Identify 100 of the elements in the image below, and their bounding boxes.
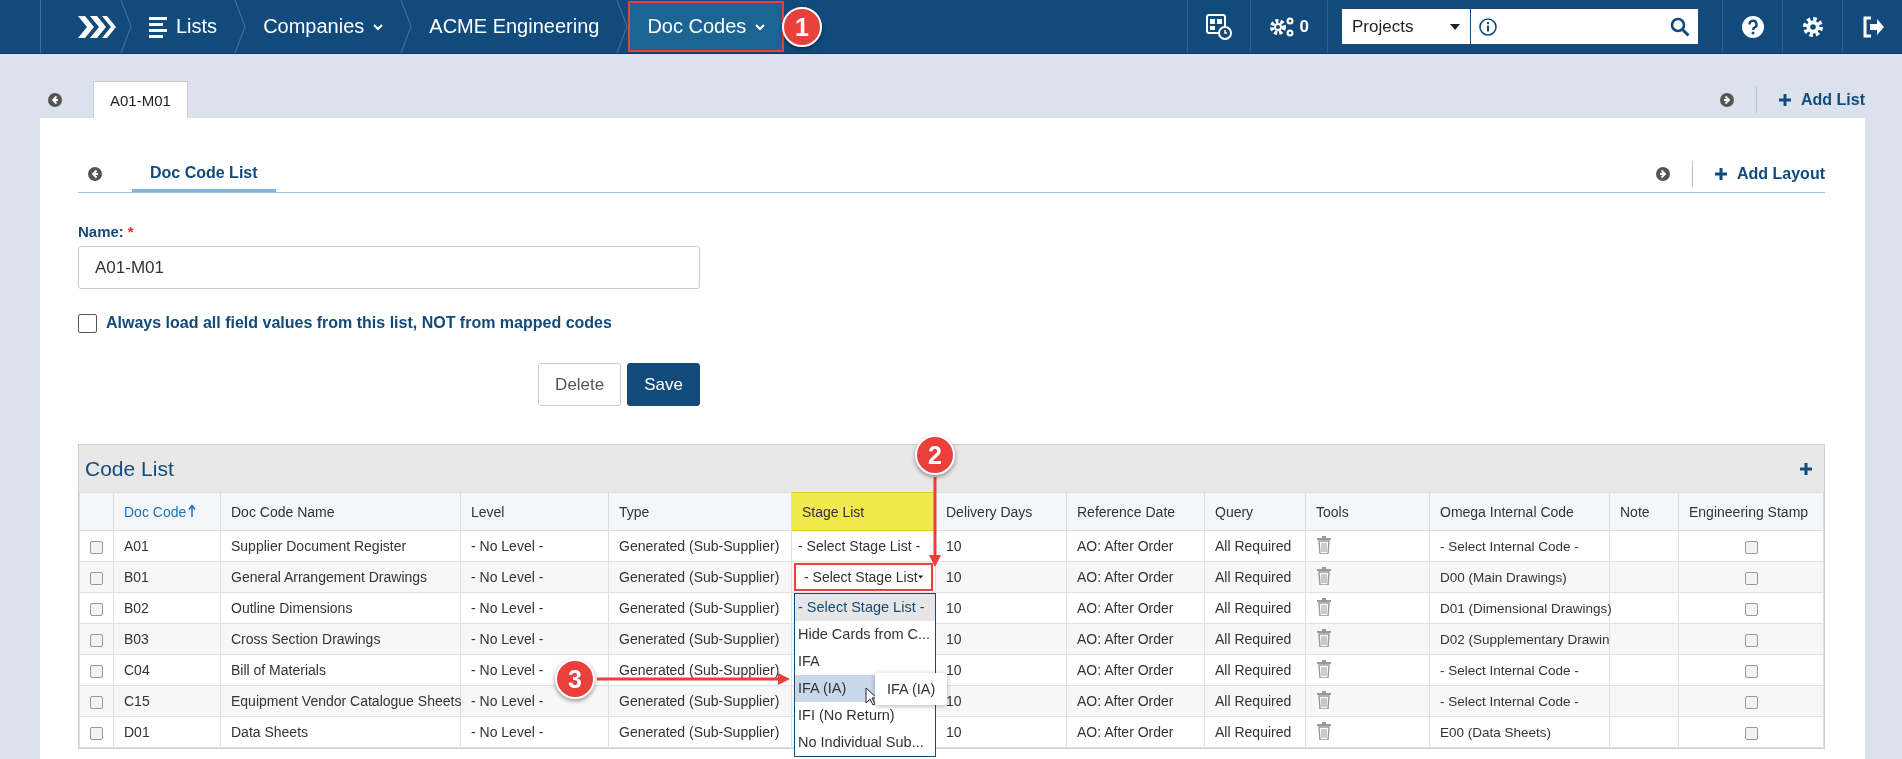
trash-icon[interactable]: [1316, 628, 1332, 647]
sort-ascending-icon: [188, 503, 197, 518]
table-cell: All Required: [1204, 654, 1306, 686]
table-cell: D00 (Main Drawings): [1429, 561, 1610, 593]
column-header[interactable]: Doc Code Name: [220, 492, 461, 531]
stage-select[interactable]: - Select Stage List: [794, 563, 933, 591]
table-cell: 10: [935, 592, 1067, 624]
stamp-checkbox[interactable]: [1744, 695, 1758, 709]
row-checkbox[interactable]: [90, 571, 103, 585]
checkbox-label: Always load all field values from this list, NOT from mapped codes: [106, 314, 612, 332]
table-cell: - No Level -: [460, 716, 609, 748]
stamp-checkbox[interactable]: [1744, 664, 1758, 678]
trash-icon[interactable]: [1316, 659, 1332, 678]
table-cell: A01: [113, 530, 221, 562]
settings-icon: [1801, 15, 1824, 38]
breadcrumb-link[interactable]: ACME Engineering: [412, 0, 617, 53]
dropdown-option[interactable]: No Individual Sub...: [795, 729, 935, 756]
chevron-down-icon: [755, 22, 766, 31]
dropdown-option[interactable]: - Select Stage List -: [795, 594, 935, 621]
dropdown-option[interactable]: IFA: [795, 648, 935, 675]
scope-select[interactable]: Projects: [1342, 9, 1470, 44]
breadcrumb-separator: [234, 0, 247, 53]
stamp-checkbox[interactable]: [1744, 633, 1758, 647]
table-cell: D01: [113, 716, 221, 748]
table-cell: Generated (Sub-Supplier): [608, 592, 792, 624]
previous-icon[interactable]: [88, 167, 102, 181]
help-icon: [1741, 15, 1764, 38]
tooltip: IFA (IA): [875, 673, 948, 705]
search-field[interactable]: [1470, 9, 1698, 44]
row-checkbox[interactable]: [90, 726, 103, 740]
row-checkbox[interactable]: [90, 602, 103, 616]
list-icon: [149, 14, 167, 39]
delete-button[interactable]: Delete: [538, 363, 622, 406]
list-tab[interactable]: A01-M01: [93, 81, 188, 118]
breadcrumb-link[interactable]: Lists: [132, 0, 235, 53]
row-checkbox[interactable]: [90, 540, 103, 554]
next-icon[interactable]: [1720, 92, 1734, 107]
dropdown-option[interactable]: IFI (No Return): [795, 702, 935, 729]
stamp-checkbox[interactable]: [1744, 540, 1758, 554]
column-header[interactable]: Tools: [1305, 492, 1430, 531]
table-cell: Generated (Sub-Supplier): [608, 530, 792, 562]
save-button[interactable]: Save: [627, 363, 700, 406]
add-icon[interactable]: [1800, 462, 1812, 475]
table-cell: B02: [113, 592, 221, 624]
breadcrumb-link[interactable]: Companies: [246, 0, 401, 53]
breadcrumb-separator: [120, 0, 132, 53]
table-cell: - Select Internal Code -: [1429, 530, 1610, 562]
column-header[interactable]: Engineering Stamp: [1678, 492, 1824, 531]
table-cell: AO: After Order: [1066, 654, 1205, 686]
logout-icon: [1861, 15, 1884, 38]
add-layout-link[interactable]: Add Layout: [1715, 165, 1825, 183]
column-header[interactable]: Reference Date: [1066, 492, 1205, 531]
table-cell: - No Level -: [460, 561, 609, 593]
panel-title: Code List: [85, 456, 174, 481]
name-field[interactable]: A01-M01: [78, 246, 700, 289]
layout-tab[interactable]: Doc Code List: [132, 156, 276, 192]
table-cell: AO: After Order: [1066, 530, 1205, 562]
calendar-clock-icon: [1205, 13, 1232, 40]
job-count: 0: [1299, 16, 1309, 37]
search-icon: [1670, 16, 1690, 37]
row-checkbox[interactable]: [90, 695, 103, 709]
breadcrumb-link[interactable]: Doc Codes: [628, 1, 785, 52]
stamp-checkbox[interactable]: [1744, 602, 1758, 616]
trash-icon[interactable]: [1316, 597, 1332, 616]
table-cell: Supplier Document Register: [220, 530, 461, 562]
column-header[interactable]: Doc Code: [113, 492, 221, 531]
next-icon[interactable]: [1656, 167, 1670, 181]
column-header[interactable]: Omega Internal Code: [1429, 492, 1610, 531]
row-checkbox[interactable]: [90, 664, 103, 678]
table-cell: AO: After Order: [1066, 716, 1205, 748]
column-header[interactable]: Level: [460, 492, 609, 531]
caret-down-icon: [1450, 23, 1460, 30]
table-cell: AO: After Order: [1066, 623, 1205, 655]
column-header[interactable]: Delivery Days: [935, 492, 1067, 531]
previous-icon[interactable]: [48, 92, 62, 107]
table-cell: 10: [935, 716, 1067, 748]
stamp-checkbox[interactable]: [1744, 571, 1758, 585]
row-checkbox[interactable]: [90, 633, 103, 647]
column-header[interactable]: Query: [1204, 492, 1306, 531]
column-header[interactable]: Type: [608, 492, 792, 531]
checkbox[interactable]: [78, 313, 97, 333]
table-cell: E00 (Data Sheets): [1429, 716, 1610, 748]
column-header[interactable]: Note: [1609, 492, 1679, 531]
table-cell: Data Sheets: [220, 716, 461, 748]
required-mark: *: [127, 223, 134, 240]
table-cell: All Required: [1204, 592, 1306, 624]
stamp-checkbox[interactable]: [1744, 726, 1758, 740]
table-cell: Equipment Vendor Catalogue Sheets: [220, 685, 461, 717]
table-cell: Generated (Sub-Supplier): [608, 561, 792, 593]
trash-icon[interactable]: [1316, 566, 1332, 585]
add-list-link[interactable]: Add List: [1779, 90, 1865, 109]
table-cell: D01 (Dimensional Drawings): [1429, 592, 1610, 624]
trash-icon[interactable]: [1316, 535, 1332, 554]
trash-icon[interactable]: [1316, 690, 1332, 709]
info-icon: [1479, 17, 1497, 36]
trash-icon[interactable]: [1316, 721, 1332, 740]
jobs-button[interactable]: 0: [1249, 0, 1327, 53]
table-cell: - No Level -: [460, 623, 609, 655]
column-header[interactable]: Stage List: [791, 492, 936, 531]
chevron-down-icon: [373, 22, 384, 31]
